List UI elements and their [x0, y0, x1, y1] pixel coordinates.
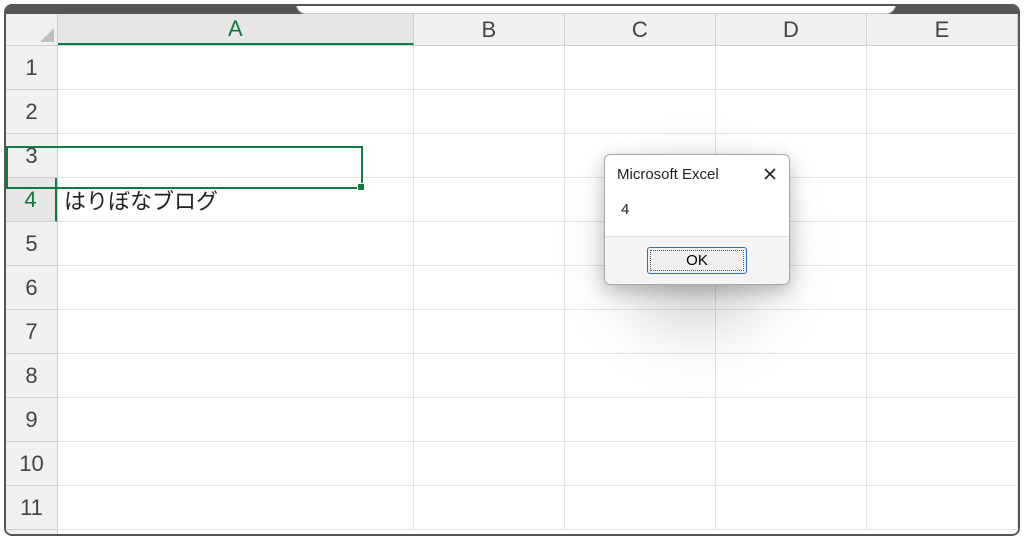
cell-E6[interactable] [867, 266, 1018, 310]
row-header-3[interactable]: 3 [6, 134, 57, 178]
cell-grid[interactable]: はりぼなブログ [58, 46, 1018, 534]
cell-D8[interactable] [716, 354, 867, 398]
cell-A10[interactable] [58, 442, 414, 486]
cell-A3[interactable] [58, 134, 414, 178]
cell-B1[interactable] [414, 46, 565, 90]
cell-C2[interactable] [565, 90, 716, 134]
row-header-7[interactable]: 7 [6, 310, 57, 354]
cell-B4[interactable] [414, 178, 565, 222]
row-header-5[interactable]: 5 [6, 222, 57, 266]
cell-A5[interactable] [58, 222, 414, 266]
grid-row [58, 46, 1018, 90]
cell-E4[interactable] [867, 178, 1018, 222]
row-header-11[interactable]: 11 [6, 486, 57, 530]
column-header-D[interactable]: D [716, 14, 867, 45]
row-header-9[interactable]: 9 [6, 398, 57, 442]
row-header-10[interactable]: 10 [6, 442, 57, 486]
cell-A6[interactable] [58, 266, 414, 310]
cell-E7[interactable] [867, 310, 1018, 354]
grid-row [58, 442, 1018, 486]
grid-row: はりぼなブログ [58, 178, 1018, 222]
cell-A4[interactable]: はりぼなブログ [58, 178, 414, 222]
cell-A7[interactable] [58, 310, 414, 354]
cell-C1[interactable] [565, 46, 716, 90]
close-icon[interactable] [759, 163, 781, 185]
cell-B7[interactable] [414, 310, 565, 354]
grid-row [58, 354, 1018, 398]
row-header-4[interactable]: 4 [6, 178, 57, 222]
row-header-8[interactable]: 8 [6, 354, 57, 398]
cell-D2[interactable] [716, 90, 867, 134]
formula-bar-fragment [296, 4, 896, 14]
cell-B2[interactable] [414, 90, 565, 134]
cell-B8[interactable] [414, 354, 565, 398]
msgbox-message: 4 [605, 189, 789, 236]
cell-C8[interactable] [565, 354, 716, 398]
cell-D1[interactable] [716, 46, 867, 90]
cell-A9[interactable] [58, 398, 414, 442]
grid-row [58, 222, 1018, 266]
cell-B6[interactable] [414, 266, 565, 310]
cell-C7[interactable] [565, 310, 716, 354]
column-headers: ABCDE [58, 14, 1018, 46]
ok-button[interactable]: OK [647, 247, 747, 274]
grid-row [58, 486, 1018, 530]
column-header-B[interactable]: B [414, 14, 565, 45]
cell-E1[interactable] [867, 46, 1018, 90]
grid-row [58, 266, 1018, 310]
column-header-E[interactable]: E [867, 14, 1018, 45]
row-headers: 1234567891011 [6, 46, 58, 534]
cell-E3[interactable] [867, 134, 1018, 178]
cell-D9[interactable] [716, 398, 867, 442]
row-header-6[interactable]: 6 [6, 266, 57, 310]
msgbox-title: Microsoft Excel [617, 166, 719, 183]
cell-D10[interactable] [716, 442, 867, 486]
cell-D7[interactable] [716, 310, 867, 354]
cell-C9[interactable] [565, 398, 716, 442]
cell-B9[interactable] [414, 398, 565, 442]
cell-C10[interactable] [565, 442, 716, 486]
cell-C11[interactable] [565, 486, 716, 530]
cell-E10[interactable] [867, 442, 1018, 486]
cell-A1[interactable] [58, 46, 414, 90]
grid-row [58, 134, 1018, 178]
cell-E5[interactable] [867, 222, 1018, 266]
cell-B11[interactable] [414, 486, 565, 530]
cell-E2[interactable] [867, 90, 1018, 134]
cell-E11[interactable] [867, 486, 1018, 530]
worksheet: ABCDE 1234567891011 はりぼなブログ Microsoft Ex… [6, 14, 1018, 534]
grid-row [58, 90, 1018, 134]
cell-A11[interactable] [58, 486, 414, 530]
cell-A2[interactable] [58, 90, 414, 134]
select-all-corner[interactable] [6, 14, 58, 46]
row-header-2[interactable]: 2 [6, 90, 57, 134]
grid-row [58, 398, 1018, 442]
cell-B10[interactable] [414, 442, 565, 486]
app-frame: ABCDE 1234567891011 はりぼなブログ Microsoft Ex… [4, 4, 1020, 536]
cell-B3[interactable] [414, 134, 565, 178]
column-header-A[interactable]: A [58, 14, 414, 45]
cell-A8[interactable] [58, 354, 414, 398]
grid-row [58, 310, 1018, 354]
cell-B5[interactable] [414, 222, 565, 266]
cell-E9[interactable] [867, 398, 1018, 442]
message-box: Microsoft Excel 4 OK [604, 154, 790, 285]
msgbox-titlebar: Microsoft Excel [605, 155, 789, 189]
column-header-C[interactable]: C [565, 14, 716, 45]
cell-D11[interactable] [716, 486, 867, 530]
cell-E8[interactable] [867, 354, 1018, 398]
row-header-1[interactable]: 1 [6, 46, 57, 90]
msgbox-footer: OK [605, 236, 789, 284]
